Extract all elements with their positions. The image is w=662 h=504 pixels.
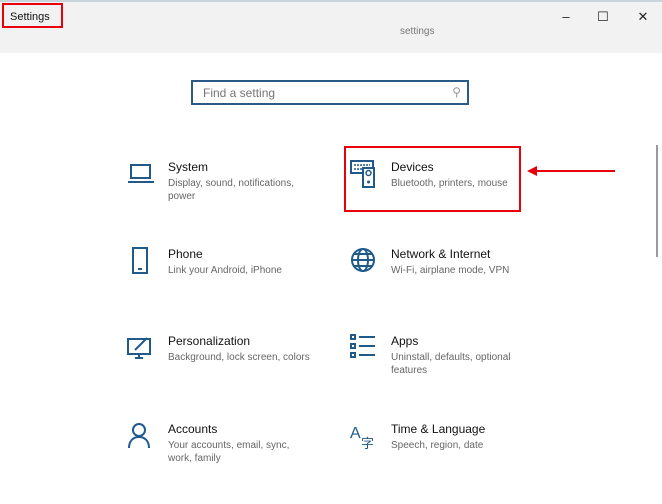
maximize-button[interactable]: ☐ bbox=[588, 8, 618, 26]
settings-item-network[interactable]: Network & Internet Wi-Fi, airplane mode,… bbox=[350, 247, 540, 307]
svg-text:字: 字 bbox=[361, 437, 374, 450]
arrow-annotation bbox=[527, 166, 615, 176]
settings-item-accounts[interactable]: Accounts Your accounts, email, sync, wor… bbox=[127, 422, 317, 482]
item-title: Accounts bbox=[168, 422, 218, 436]
phone-icon bbox=[132, 247, 148, 274]
item-title: Time & Language bbox=[391, 422, 486, 436]
item-subtitle: Speech, region, date bbox=[391, 440, 484, 451]
title-bar: Settings settings – ☐ ✕ bbox=[0, 2, 662, 53]
item-title: Network & Internet bbox=[391, 247, 491, 261]
close-button[interactable]: ✕ bbox=[628, 8, 658, 26]
settings-item-phone[interactable]: Phone Link your Android, iPhone bbox=[127, 247, 317, 307]
item-subtitle: Display, sound, notifications, power bbox=[168, 178, 294, 202]
item-subtitle: Wi-Fi, airplane mode, VPN bbox=[391, 265, 510, 276]
settings-item-system[interactable]: System Display, sound, notifications, po… bbox=[127, 160, 317, 220]
item-title: System bbox=[168, 160, 209, 174]
item-subtitle: Background, lock screen, colors bbox=[168, 352, 310, 363]
item-title: Personalization bbox=[168, 334, 251, 348]
scrollbar[interactable] bbox=[656, 145, 658, 257]
item-subtitle: Uninstall, defaults, optional features bbox=[391, 352, 511, 376]
laptop-icon bbox=[128, 164, 154, 183]
item-subtitle: Your accounts, email, sync, work, family bbox=[168, 440, 290, 464]
person-icon bbox=[128, 423, 150, 449]
item-subtitle: Link your Android, iPhone bbox=[168, 265, 282, 276]
ghost-title: settings bbox=[400, 26, 435, 37]
globe-icon bbox=[351, 248, 375, 272]
time-language-icon: A字 bbox=[350, 425, 374, 450]
apps-icon bbox=[350, 334, 375, 358]
item-title: Phone bbox=[168, 247, 203, 261]
search-icon: ⚲ bbox=[452, 85, 461, 99]
settings-item-apps[interactable]: Apps Uninstall, defaults, optional featu… bbox=[350, 334, 540, 394]
personalization-icon bbox=[127, 337, 151, 359]
svg-text:A: A bbox=[350, 425, 361, 442]
search-input[interactable] bbox=[201, 85, 445, 101]
settings-item-personalization[interactable]: Personalization Background, lock screen,… bbox=[127, 334, 317, 394]
settings-title-highlight bbox=[2, 3, 63, 28]
devices-highlight bbox=[344, 146, 521, 212]
settings-item-time-language[interactable]: A字 Time & Language Speech, region, date bbox=[350, 422, 540, 482]
minimize-button[interactable]: – bbox=[551, 8, 581, 26]
item-title: Apps bbox=[391, 334, 419, 348]
search-box[interactable]: ⚲ bbox=[191, 80, 469, 105]
